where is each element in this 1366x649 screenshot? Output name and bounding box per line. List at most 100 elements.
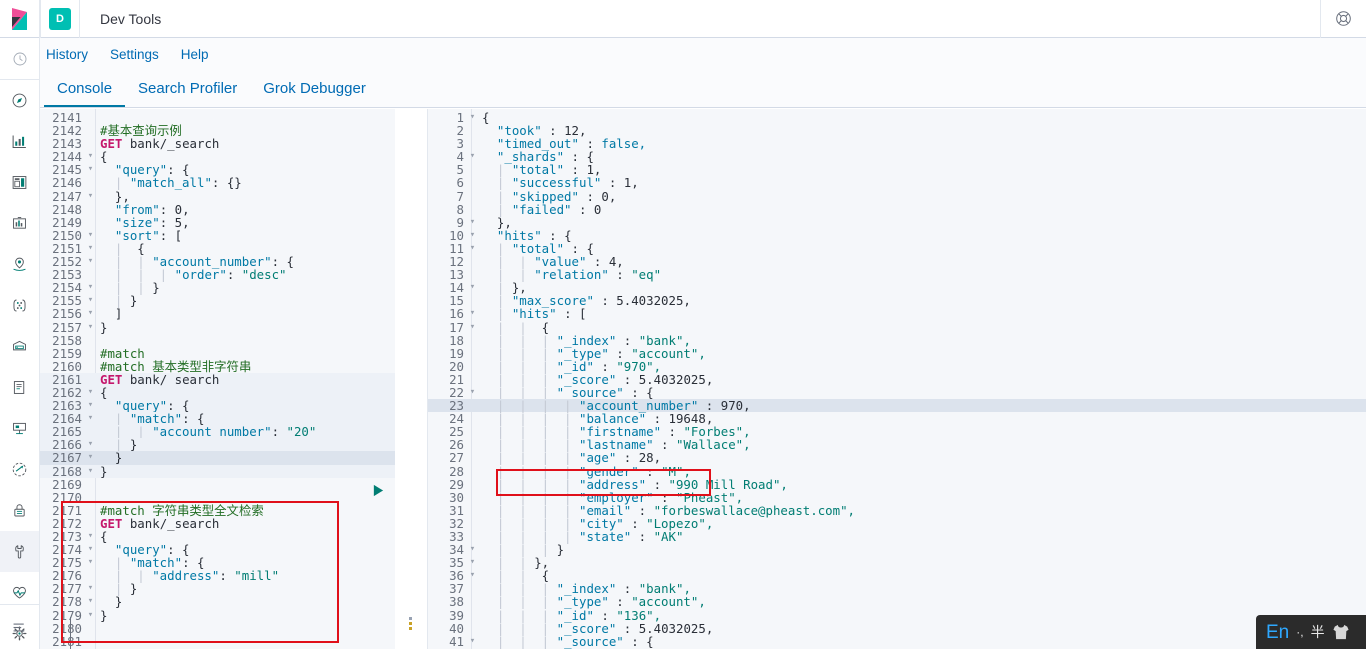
tab-grok-debugger[interactable]: Grok Debugger xyxy=(250,71,379,107)
sidebar-item-maps[interactable] xyxy=(0,244,39,285)
code-line[interactable]: 2144 ▾{ xyxy=(40,150,395,163)
fold-marker[interactable]: ▾ xyxy=(86,294,95,307)
code-line[interactable]: 2178 ▾ } xyxy=(40,595,395,608)
code-line[interactable]: 2165 | | "account_number": "20" xyxy=(40,425,395,438)
code-line[interactable]: 8 | "failed" : 0 xyxy=(428,203,1366,216)
nav-link-settings[interactable]: Settings xyxy=(110,47,159,62)
sidebar-item-dev-tools[interactable] xyxy=(0,531,39,572)
fold-marker[interactable]: ▾ xyxy=(86,321,95,334)
code-line[interactable]: 2150 ▾ "sort": [ xyxy=(40,229,395,242)
fold-marker[interactable]: ▾ xyxy=(86,190,95,203)
code-line[interactable]: 41 ▾ | | | "_source" : { xyxy=(428,635,1366,648)
sidebar-item-visualize[interactable] xyxy=(0,121,39,162)
fold-marker[interactable]: ▾ xyxy=(86,412,95,425)
sidebar-item-recently-viewed[interactable] xyxy=(0,38,39,79)
ime-width-toggle[interactable]: 半 xyxy=(1311,622,1325,642)
code-line[interactable]: 2146 | "match_all": {} xyxy=(40,176,395,189)
code-line[interactable]: 2155 ▾ | } xyxy=(40,294,395,307)
nav-link-history[interactable]: History xyxy=(46,47,88,62)
sidebar-item-discover[interactable] xyxy=(0,80,39,121)
fold-marker[interactable]: ▾ xyxy=(468,281,477,294)
code-line[interactable]: 2174 ▾ "query": { xyxy=(40,543,395,556)
response-viewer[interactable]: 1 ▾{2 "took" : 12, 3 "timed_out" : false, 4… xyxy=(427,109,1366,649)
code-line[interactable]: 34 ▾ | | | } xyxy=(428,543,1366,556)
tab-search-profiler[interactable]: Search Profiler xyxy=(125,71,250,107)
fold-marker[interactable]: ▾ xyxy=(86,242,95,255)
code-line[interactable]: 2157 ▾} xyxy=(40,320,395,334)
fold-marker[interactable]: ▾ xyxy=(86,465,95,478)
fold-marker[interactable]: ▾ xyxy=(86,530,95,543)
fold-marker[interactable]: ▾ xyxy=(86,386,95,399)
fold-marker[interactable]: ▾ xyxy=(468,386,477,399)
code-line[interactable]: 2181 xyxy=(40,635,395,648)
sidebar-item-canvas[interactable] xyxy=(0,203,39,244)
play-run-request-icon[interactable] xyxy=(372,484,385,497)
fold-marker[interactable]: ▾ xyxy=(86,451,95,464)
code-line[interactable]: 2154 ▾ | | } xyxy=(40,281,395,294)
fold-marker[interactable]: ▾ xyxy=(86,595,95,608)
code-line[interactable]: 2156 ▾ ] xyxy=(40,307,395,320)
ime-language-indicator[interactable]: En xyxy=(1266,623,1289,642)
request-editor-code[interactable]: 2141 2142 #基本查询示例 2143 GET bank/_search 2144 ▾… xyxy=(40,111,395,648)
fold-marker[interactable]: ▾ xyxy=(86,150,95,163)
fold-marker[interactable]: ▾ xyxy=(86,399,95,412)
fold-marker[interactable]: ▾ xyxy=(86,556,95,569)
sidebar-item-logs[interactable] xyxy=(0,367,39,408)
code-line[interactable]: 35 ▾ | | }, xyxy=(428,556,1366,569)
fold-marker[interactable]: ▾ xyxy=(86,582,95,595)
code-line[interactable]: 2168 ▾} xyxy=(40,464,395,478)
code-line[interactable]: 2180 xyxy=(40,622,395,635)
sidebar-item-siem[interactable] xyxy=(0,490,39,531)
code-line[interactable]: 16 ▾ | "hits" : [ xyxy=(428,307,1366,320)
fold-marker[interactable]: ▾ xyxy=(86,543,95,556)
sidebar-item-apm[interactable] xyxy=(0,408,39,449)
ime-shirt-icon[interactable] xyxy=(1332,624,1350,640)
sidebar-item-machine-learning[interactable] xyxy=(0,285,39,326)
code-line[interactable]: 2147 ▾ }, xyxy=(40,189,395,203)
sidebar-item-infrastructure[interactable] xyxy=(0,326,39,367)
fold-marker[interactable]: ▾ xyxy=(468,229,477,242)
fold-marker[interactable]: ▾ xyxy=(86,281,95,294)
code-line[interactable]: 13 | | "relation" : "eq" xyxy=(428,268,1366,281)
code-line[interactable]: 2167 ▾ } xyxy=(40,451,395,465)
fold-marker[interactable]: ▾ xyxy=(86,163,95,176)
code-line[interactable]: 2169 xyxy=(40,478,395,491)
fold-marker[interactable]: ▾ xyxy=(468,150,477,163)
fold-marker[interactable]: ▾ xyxy=(86,229,95,242)
code-line[interactable]: 2173 ▾{ xyxy=(40,530,395,543)
fold-marker[interactable]: ▾ xyxy=(468,569,477,582)
code-line[interactable]: 2176 | | "address": "mill" xyxy=(40,569,395,582)
ime-punctuation-toggle[interactable]: ·, xyxy=(1296,625,1303,639)
code-line[interactable]: 2179 ▾} xyxy=(40,608,395,622)
fold-marker[interactable]: ▾ xyxy=(86,307,95,320)
code-line[interactable]: 2163 ▾ "query": { xyxy=(40,399,395,412)
fold-marker[interactable]: ▾ xyxy=(86,255,95,268)
fold-marker[interactable]: ▾ xyxy=(468,242,477,255)
code-line[interactable]: 2143 GET bank/_search xyxy=(40,137,395,150)
kibana-logo-button[interactable] xyxy=(0,0,40,38)
fold-marker[interactable]: ▾ xyxy=(468,543,477,556)
pane-resize-handle[interactable] xyxy=(395,109,427,649)
code-line[interactable]: 2177 ▾ | } xyxy=(40,582,395,595)
help-menu-button[interactable] xyxy=(1320,0,1366,38)
collapse-navigation-button[interactable] xyxy=(0,605,39,649)
code-line[interactable]: 2172 GET bank/_search xyxy=(40,517,395,530)
fold-marker[interactable]: ▾ xyxy=(468,111,477,124)
code-line[interactable]: 2161 GET bank/_search xyxy=(40,373,395,386)
ime-status-bar[interactable]: En ·, 半 xyxy=(1256,615,1366,649)
request-editor[interactable]: 2141 2142 #基本查询示例 2143 GET bank/_search 2144 ▾… xyxy=(40,109,395,649)
fold-marker[interactable]: ▾ xyxy=(86,609,95,622)
tab-console[interactable]: Console xyxy=(44,71,126,107)
code-line[interactable]: 2149 "size": 5, xyxy=(40,216,395,229)
code-line[interactable]: 33 | | | | "state" : "AK" xyxy=(428,530,1366,543)
code-line[interactable]: 2162 ▾{ xyxy=(40,386,395,399)
code-line[interactable]: 2166 ▾ | } xyxy=(40,438,395,451)
code-line[interactable]: 2148 "from": 0, xyxy=(40,203,395,216)
fold-marker[interactable]: ▾ xyxy=(86,438,95,451)
fold-marker[interactable]: ▾ xyxy=(468,556,477,569)
code-line[interactable]: 2141 xyxy=(40,111,395,124)
sidebar-item-uptime[interactable] xyxy=(0,449,39,490)
fold-marker[interactable]: ▾ xyxy=(468,321,477,334)
nav-link-help[interactable]: Help xyxy=(181,47,209,62)
sidebar-item-dashboard[interactable] xyxy=(0,162,39,203)
